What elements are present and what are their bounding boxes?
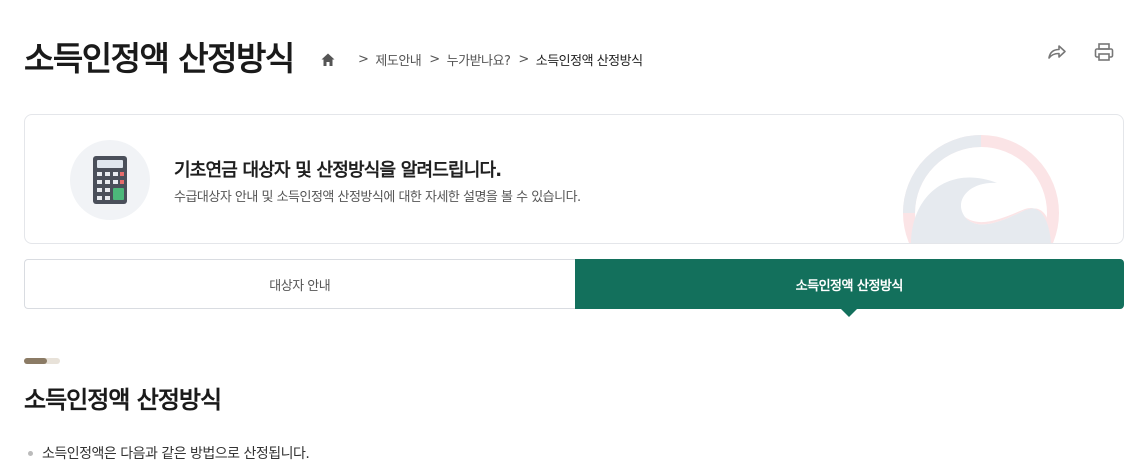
breadcrumb-item-who-receives[interactable]: 누가받나요? xyxy=(447,50,511,69)
page-title: 소득인정액 산정방식 xyxy=(24,39,295,78)
bullet-icon xyxy=(28,450,33,456)
home-icon[interactable] xyxy=(320,52,336,68)
intro-title: 기초연금 대상자 및 산정방식을 알려드립니다. xyxy=(174,160,502,181)
breadcrumb-item-system-guide[interactable]: 제도안내 xyxy=(375,50,421,69)
section-decoration-bar xyxy=(24,358,60,364)
section-title: 소득인정액 산정방식 xyxy=(24,386,222,414)
list-item: 소득인정액은 다음과 같은 방법으로 산정됩니다. xyxy=(28,443,310,463)
breadcrumb-separator: > xyxy=(518,52,529,67)
print-icon[interactable] xyxy=(1093,42,1115,62)
intro-card: 기초연금 대상자 및 산정방식을 알려드립니다. 수급대상자 안내 및 소득인정… xyxy=(24,114,1124,244)
tab-bar: 대상자 안내 소득인정액 산정방식 xyxy=(24,259,1124,317)
tab-income-calculation[interactable]: 소득인정액 산정방식 xyxy=(574,259,1124,317)
calculator-icon xyxy=(70,140,150,220)
breadcrumb: > 제도안내 > 누가받나요? > 소득인정액 산정방식 xyxy=(320,50,643,69)
intro-subtitle: 수급대상자 안내 및 소득인정액 산정방식에 대한 자세한 설명을 볼 수 있습… xyxy=(174,190,581,205)
breadcrumb-separator: > xyxy=(358,52,369,67)
list-item-text: 소득인정액은 다음과 같은 방법으로 산정됩니다. xyxy=(42,446,310,462)
breadcrumb-separator: > xyxy=(429,52,440,67)
government-emblem-icon xyxy=(901,133,1061,243)
share-icon[interactable] xyxy=(1046,42,1068,62)
breadcrumb-item-current: 소득인정액 산정방식 xyxy=(535,54,643,69)
tab-eligibility[interactable]: 대상자 안내 xyxy=(24,259,575,309)
